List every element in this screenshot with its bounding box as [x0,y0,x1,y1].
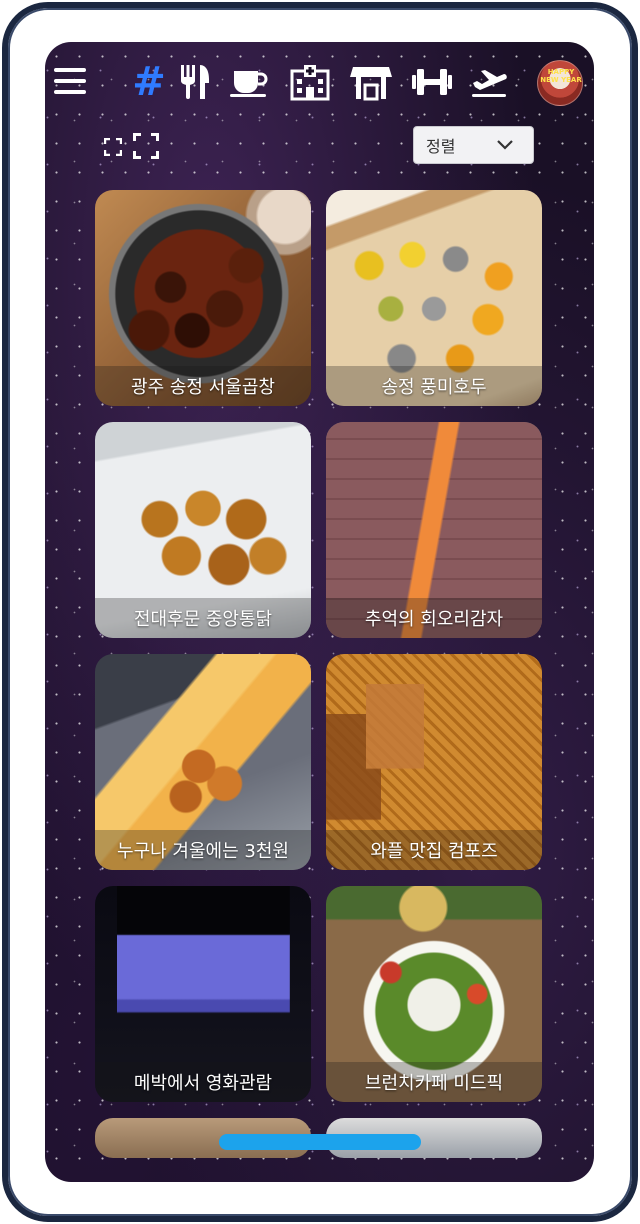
place-card[interactable]: 송정 풍미호두 [326,190,542,406]
hashtag-icon[interactable]: # [131,62,167,102]
place-title: 브런치카페 미드픽 [364,1073,504,1094]
place-card[interactable]: 광주 송정 서울곱창 [95,190,311,406]
place-title: 광주 송정 서울곱창 [131,377,275,398]
expanded-view-icon[interactable] [133,133,159,159]
place-card[interactable]: 메박에서 영화관람 [95,886,311,1102]
place-title: 와플 맛집 컴포즈 [370,841,498,862]
place-title: 송정 풍미호두 [381,377,487,398]
coffee-cup-icon[interactable] [228,62,270,102]
place-card[interactable]: 추억의 회오리감자 [326,422,542,638]
hospital-icon[interactable] [288,62,332,102]
sort-dropdown[interactable]: 정렬 [413,126,534,164]
compact-view-icon[interactable] [103,137,123,157]
place-title: 전대후문 중앙통닭 [133,609,273,630]
place-title: 추억의 회오리감자 [364,609,504,630]
dumbbell-icon[interactable] [410,62,454,102]
menu-icon[interactable] [54,68,86,96]
place-card[interactable]: 와플 맛집 컴포즈 [326,654,542,870]
app-screen: # HAPPY NEW YEAR 정렬 광주 송정 서울곱창 송정 풍미호두 전… [45,42,594,1182]
fork-knife-icon[interactable] [178,62,212,102]
sort-label: 정렬 [426,137,456,156]
place-card[interactable]: 누구나 겨울에는 3천원 [95,654,311,870]
store-icon[interactable] [349,62,393,102]
profile-avatar[interactable]: HAPPY NEW YEAR [537,60,583,106]
place-title: 누구나 겨울에는 3천원 [117,841,289,862]
airplane-icon[interactable] [470,62,510,102]
place-card[interactable]: 브런치카페 미드픽 [326,886,542,1102]
top-navigation-bar: # HAPPY NEW YEAR [45,42,594,122]
place-card[interactable]: 전대후문 중앙통닭 [95,422,311,638]
chevron-down-icon [497,140,513,150]
avatar-text: HAPPY NEW YEAR [540,68,582,84]
home-indicator[interactable] [219,1134,421,1150]
place-title: 메박에서 영화관람 [133,1073,273,1094]
